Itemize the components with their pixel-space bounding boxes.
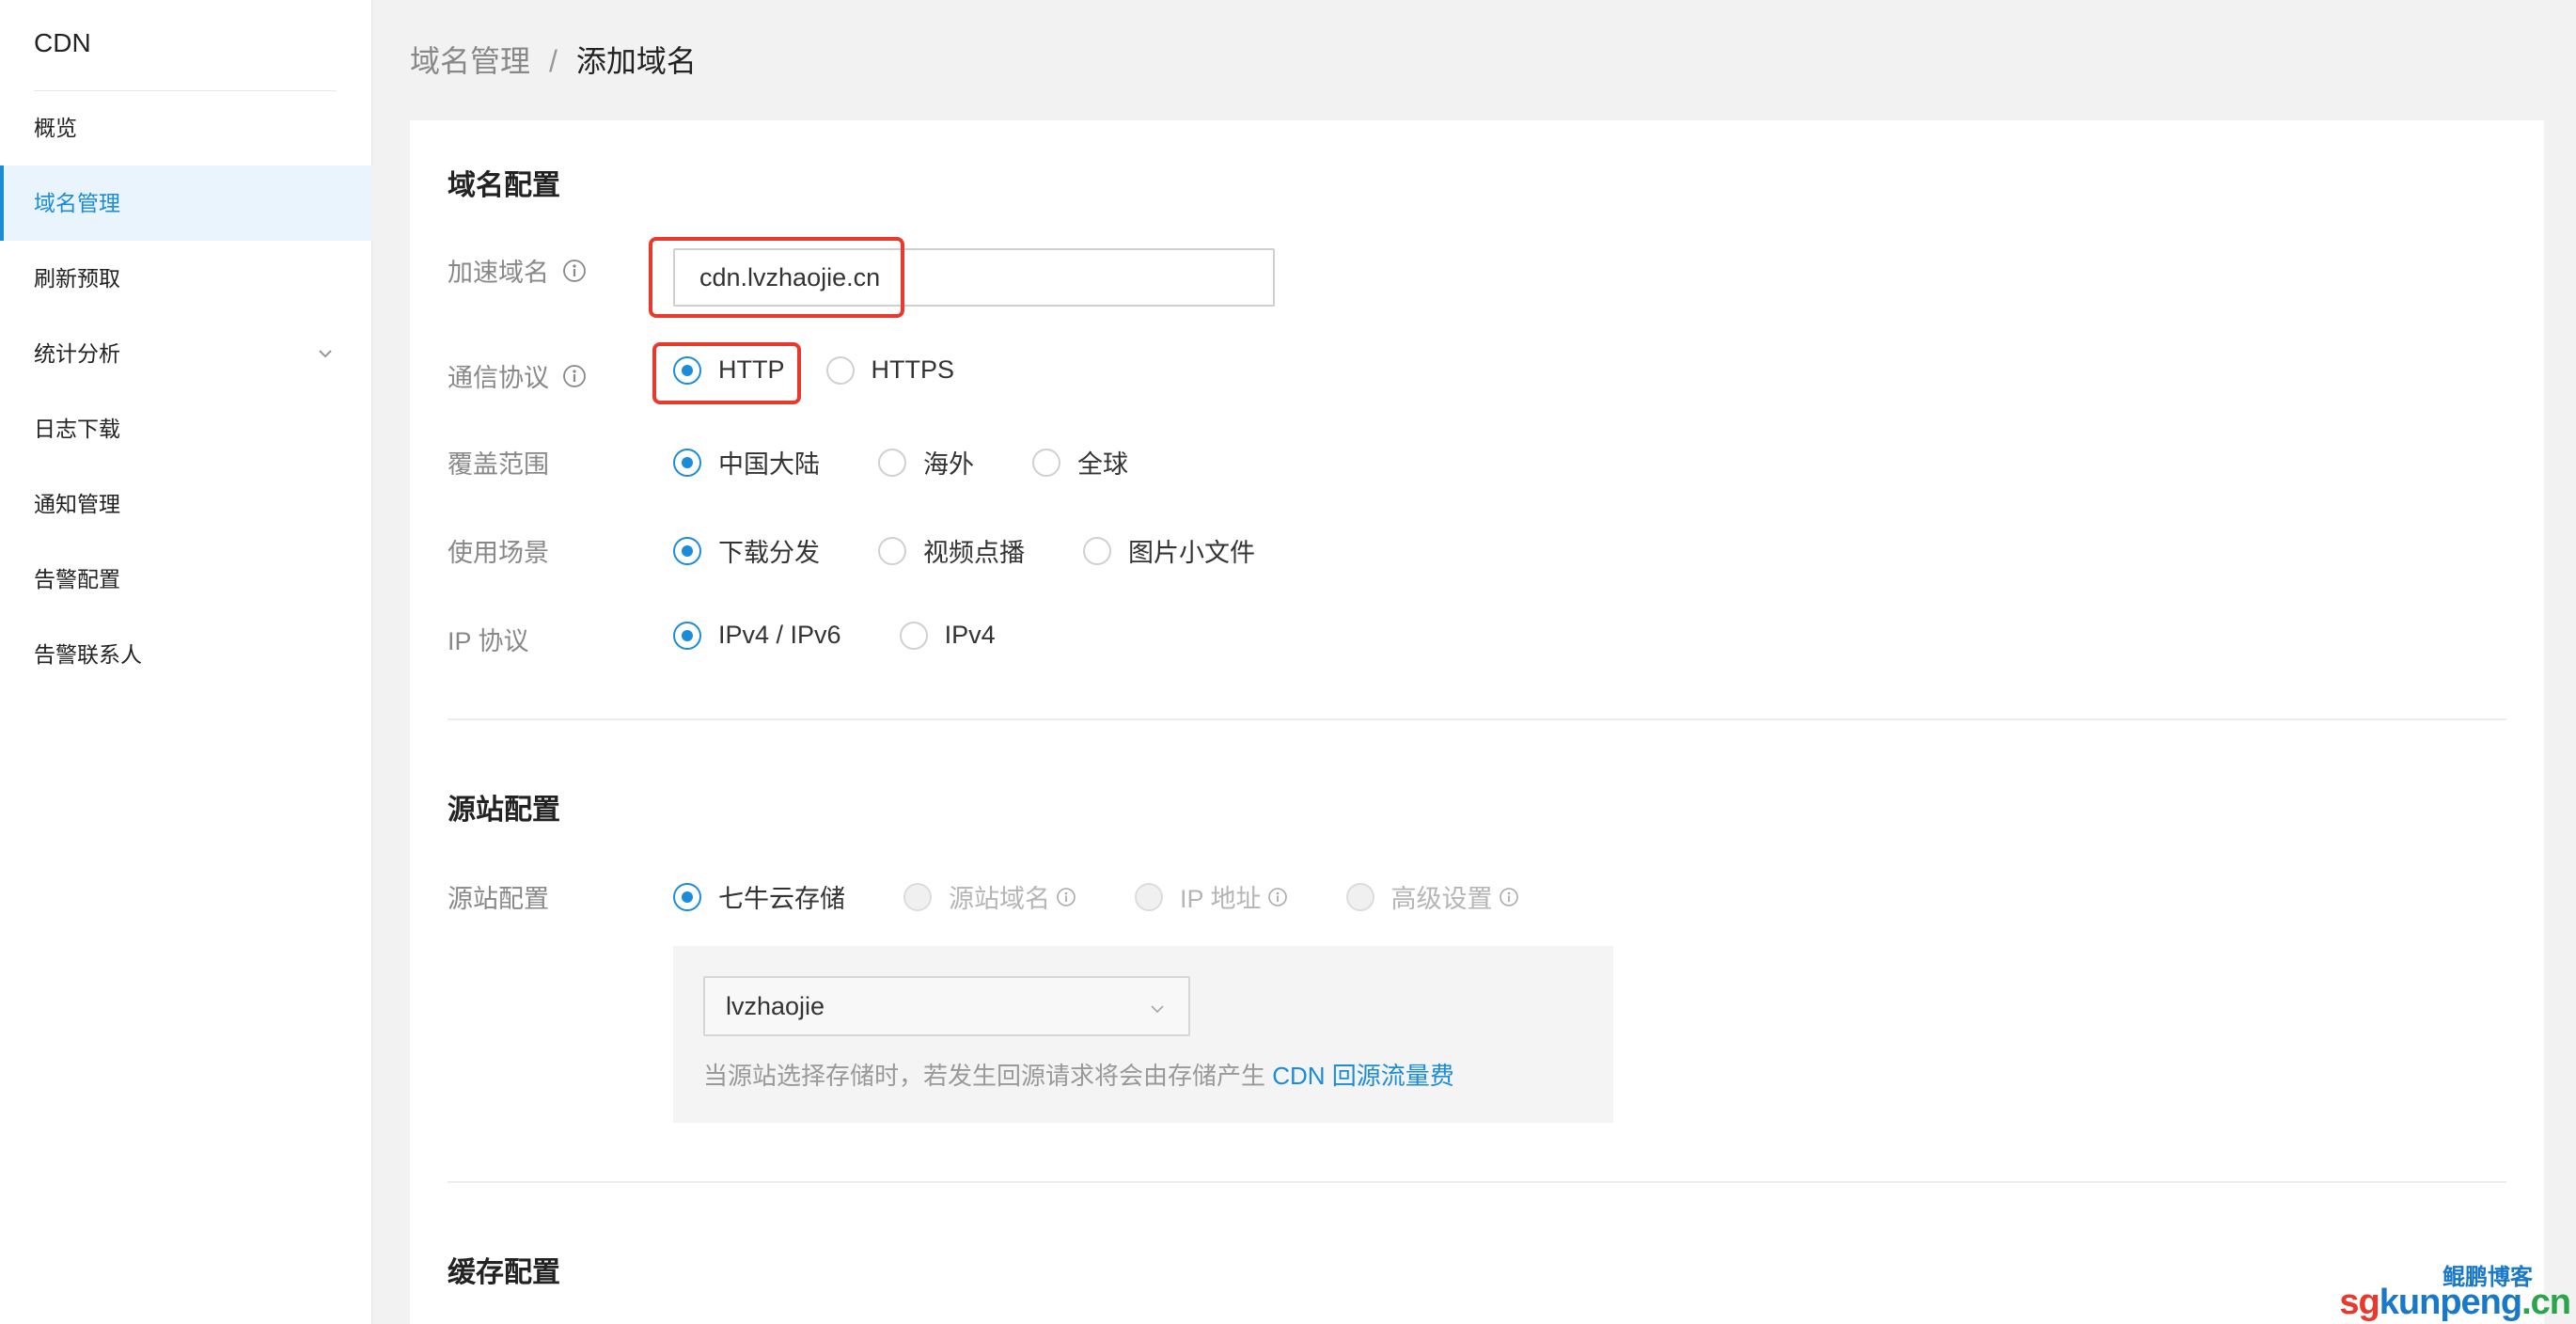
radio-dot bbox=[1032, 448, 1060, 477]
section-title-origin-config: 源站配置 bbox=[448, 795, 560, 826]
sidebar-item-statistics[interactable]: 统计分析 bbox=[0, 316, 372, 391]
accel-domain-label-text: 加速域名 bbox=[448, 259, 549, 287]
breadcrumb: 域名管理 / 添加域名 bbox=[410, 38, 697, 81]
radio-overseas[interactable]: 海外 bbox=[878, 444, 974, 481]
radio-global[interactable]: 全球 bbox=[1032, 444, 1128, 481]
sidebar-item-domain-management[interactable]: 域名管理 bbox=[0, 166, 372, 241]
radio-http[interactable]: HTTP bbox=[673, 355, 785, 385]
origin-radio-group: 七牛云存储 源站域名 IP 地址 高级设置 bbox=[673, 878, 1519, 915]
origin-storage-box: lvzhaojie 当源站选择存储时，若发生回源请求将会由存储产生 CDN 回源… bbox=[673, 946, 1613, 1123]
radio-dot bbox=[673, 882, 701, 911]
info-icon[interactable] bbox=[1499, 887, 1519, 907]
origin-note: 当源站选择存储时，若发生回源请求将会由存储产生 CDN 回源流量费 bbox=[703, 1057, 1454, 1092]
info-icon[interactable] bbox=[562, 259, 587, 283]
breadcrumb-separator: / bbox=[549, 44, 558, 78]
info-icon[interactable] bbox=[1056, 887, 1076, 907]
accel-domain-input[interactable] bbox=[673, 248, 1275, 307]
coverage-label: 覆盖范围 bbox=[448, 450, 549, 479]
radio-mainland-china[interactable]: 中国大陆 bbox=[673, 444, 820, 481]
app: CDN 概览 域名管理 刷新预取 统计分析 日志下载 通知管理 告警配置 告警联… bbox=[0, 0, 2576, 1324]
coverage-radio-group: 中国大陆 海外 全球 bbox=[673, 444, 1128, 481]
chevron-down-icon bbox=[319, 350, 332, 358]
chevron-down-icon bbox=[1151, 1005, 1164, 1014]
radio-advanced-settings[interactable]: 高级设置 bbox=[1345, 878, 1519, 915]
main-panel: 域名配置 加速域名 通信协议 HTTP bbox=[410, 120, 2544, 1324]
radio-label: 七牛云存储 bbox=[718, 885, 845, 913]
info-icon[interactable] bbox=[1267, 887, 1288, 907]
sidebar-item-label: 统计分析 bbox=[34, 341, 120, 366]
radio-label: HTTPS bbox=[871, 355, 955, 384]
sidebar-item-alert-config[interactable]: 告警配置 bbox=[0, 542, 372, 617]
sidebar-item-log-download[interactable]: 日志下载 bbox=[0, 391, 372, 466]
radio-label: 海外 bbox=[923, 450, 974, 479]
section-title-cache-config: 缓存配置 bbox=[448, 1257, 560, 1288]
section-divider bbox=[448, 718, 2506, 720]
radio-ipv4-ipv6[interactable]: IPv4 / IPv6 bbox=[673, 621, 841, 650]
radio-video-vod[interactable]: 视频点播 bbox=[878, 532, 1025, 569]
protocol-label-text: 通信协议 bbox=[448, 364, 549, 392]
radio-dot bbox=[1083, 536, 1111, 565]
watermark-prefix: sg bbox=[2339, 1283, 2380, 1322]
radio-label: 中国大陆 bbox=[718, 450, 820, 479]
radio-qiniu-storage[interactable]: 七牛云存储 bbox=[673, 878, 845, 915]
section-title-domain-config: 域名配置 bbox=[448, 170, 560, 201]
bucket-select-value: lvzhaojie bbox=[726, 992, 825, 1020]
origin-traffic-fee-link[interactable]: CDN 回源流量费 bbox=[1272, 1062, 1454, 1090]
radio-label: 高级设置 bbox=[1390, 885, 1493, 913]
protocol-radio-group: HTTP HTTPS bbox=[673, 355, 954, 385]
radio-dot bbox=[1345, 882, 1374, 911]
radio-ipv4[interactable]: IPv4 bbox=[899, 621, 996, 650]
section-divider bbox=[448, 1181, 2506, 1183]
origin-note-text: 当源站选择存储时，若发生回源请求将会由存储产生 bbox=[703, 1062, 1273, 1090]
radio-label: IPv4 bbox=[944, 621, 996, 649]
ip-protocol-label: IP 协议 bbox=[448, 627, 529, 655]
breadcrumb-current: 添加域名 bbox=[575, 44, 697, 78]
origin-label: 源站配置 bbox=[448, 885, 549, 913]
radio-dot bbox=[673, 621, 701, 650]
sidebar: CDN 概览 域名管理 刷新预取 统计分析 日志下载 通知管理 告警配置 告警联… bbox=[0, 0, 372, 1324]
radio-dot bbox=[825, 355, 855, 385]
sidebar-item-notification[interactable]: 通知管理 bbox=[0, 466, 372, 542]
protocol-label: 通信协议 bbox=[448, 357, 587, 394]
ip-protocol-radio-group: IPv4 / IPv6 IPv4 bbox=[673, 621, 996, 650]
radio-label: IP 地址 bbox=[1180, 885, 1262, 913]
accel-domain-label: 加速域名 bbox=[448, 252, 587, 289]
sidebar-item-refresh-prefetch[interactable]: 刷新预取 bbox=[0, 241, 372, 316]
info-icon[interactable] bbox=[562, 364, 587, 388]
watermark-line2: sgkunpeng.cn bbox=[2339, 1283, 2571, 1323]
radio-dot bbox=[878, 536, 906, 565]
radio-dot bbox=[878, 448, 906, 477]
radio-dot bbox=[673, 355, 701, 385]
sidebar-nav: 概览 域名管理 刷新预取 统计分析 日志下载 通知管理 告警配置 告警联系人 bbox=[0, 90, 372, 692]
radio-small-images[interactable]: 图片小文件 bbox=[1083, 532, 1255, 569]
bucket-select[interactable]: lvzhaojie bbox=[703, 976, 1190, 1036]
watermark-logo: 鲲鹏博客 sgkunpeng.cn bbox=[2339, 1254, 2576, 1324]
radio-dot bbox=[673, 448, 701, 477]
radio-label: HTTP bbox=[718, 355, 785, 384]
watermark-main: kunpeng bbox=[2379, 1283, 2522, 1322]
radio-https[interactable]: HTTPS bbox=[825, 355, 955, 385]
radio-label: 源站域名 bbox=[949, 885, 1050, 913]
radio-label: 图片小文件 bbox=[1128, 539, 1255, 567]
radio-dot bbox=[673, 536, 701, 565]
sidebar-item-overview[interactable]: 概览 bbox=[0, 90, 372, 166]
watermark-suffix: .cn bbox=[2521, 1283, 2571, 1322]
radio-dot bbox=[1135, 882, 1163, 911]
radio-download[interactable]: 下载分发 bbox=[673, 532, 820, 569]
scenario-radio-group: 下载分发 视频点播 图片小文件 bbox=[673, 532, 1255, 569]
scenario-label: 使用场景 bbox=[448, 539, 549, 567]
radio-label: 下载分发 bbox=[718, 539, 820, 567]
brand-title: CDN bbox=[34, 28, 91, 57]
radio-origin-domain[interactable]: 源站域名 bbox=[903, 878, 1076, 915]
radio-label: 全球 bbox=[1077, 450, 1128, 479]
radio-dot bbox=[903, 882, 932, 911]
radio-ip-address[interactable]: IP 地址 bbox=[1135, 878, 1288, 915]
radio-label: IPv4 / IPv6 bbox=[718, 621, 841, 649]
radio-label: 视频点播 bbox=[923, 539, 1025, 567]
breadcrumb-parent-link[interactable]: 域名管理 bbox=[410, 44, 530, 78]
sidebar-item-alert-contacts[interactable]: 告警联系人 bbox=[0, 617, 372, 692]
radio-dot bbox=[899, 621, 928, 650]
